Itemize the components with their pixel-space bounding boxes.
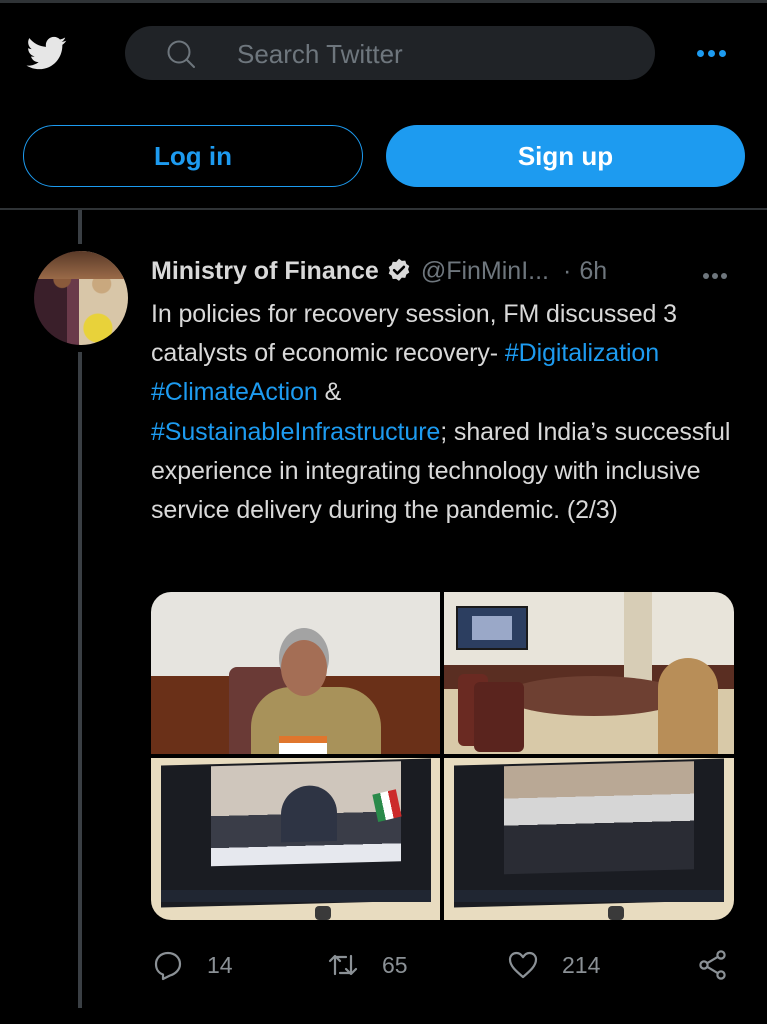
reply-button[interactable]: 14 [151, 945, 233, 985]
heart-icon [508, 951, 538, 979]
twitter-bird-icon[interactable] [22, 33, 72, 73]
retweet-button[interactable]: 65 [326, 945, 408, 985]
photo-taskbar [161, 890, 431, 902]
like-button[interactable]: 214 [506, 945, 600, 985]
photo-tv-screen [161, 758, 431, 908]
thread-connector-top [78, 210, 82, 244]
tweet-timestamp[interactable]: 6h [579, 257, 607, 286]
photo-person-head [281, 640, 327, 696]
photo-taskbar [454, 890, 724, 902]
thread-connector-bottom [78, 352, 82, 1008]
tweet-header: Ministry of Finance @FinMinI... · 6h [151, 253, 607, 289]
share-icon [699, 950, 726, 980]
retweet-count: 65 [382, 951, 408, 978]
media-photo-4[interactable] [444, 758, 734, 920]
hashtag-sustainableinfrastructure[interactable]: #SustainableInfrastructure [151, 418, 440, 446]
author-avatar[interactable] [34, 251, 128, 345]
tweet-actions: 14 65 214 [151, 945, 741, 985]
reply-count: 14 [207, 951, 233, 978]
photo-tv-screen [456, 606, 528, 650]
photo-video-feed [504, 761, 694, 875]
photo-tv-screen [454, 758, 724, 908]
verified-badge-icon [388, 258, 410, 281]
signup-button[interactable]: Sign up [386, 125, 745, 187]
photo-person [281, 784, 337, 843]
signup-label: Sign up [517, 140, 614, 171]
search-icon [167, 40, 195, 68]
photo-webcam [608, 906, 624, 920]
separator-dot: · [563, 256, 572, 285]
tweet-more-icon[interactable] [703, 266, 733, 279]
search-input[interactable] [235, 34, 639, 74]
author-handle[interactable]: @FinMinI... [421, 257, 549, 286]
hashtag-digitalization[interactable]: #Digitalization [505, 339, 659, 367]
author-name[interactable]: Ministry of Finance [151, 257, 379, 286]
like-count: 214 [562, 951, 601, 978]
search-bar[interactable] [125, 26, 655, 80]
photo-table [504, 676, 684, 716]
share-button[interactable] [696, 945, 730, 985]
media-photo-1[interactable] [151, 592, 440, 754]
login-button[interactable]: Log in [23, 125, 363, 187]
more-options-icon[interactable] [697, 44, 737, 62]
media-photo-2[interactable] [444, 592, 734, 754]
photo-curtain [624, 592, 652, 682]
tweet-text: In policies for recovery session, FM dis… [151, 295, 741, 530]
photo-flag [279, 736, 327, 754]
top-edge [0, 0, 767, 3]
hashtag-climateaction[interactable]: #ClimateAction [151, 378, 318, 406]
media-grid [151, 592, 734, 920]
photo-person [658, 658, 718, 754]
tweet-text-segment: & [317, 378, 342, 407]
reply-icon [154, 951, 182, 981]
login-label: Log in [154, 140, 232, 171]
media-photo-3[interactable] [151, 758, 440, 920]
retweet-icon [328, 954, 358, 976]
photo-chair [474, 682, 524, 752]
photo-webcam [315, 906, 331, 920]
header-divider [0, 208, 767, 210]
